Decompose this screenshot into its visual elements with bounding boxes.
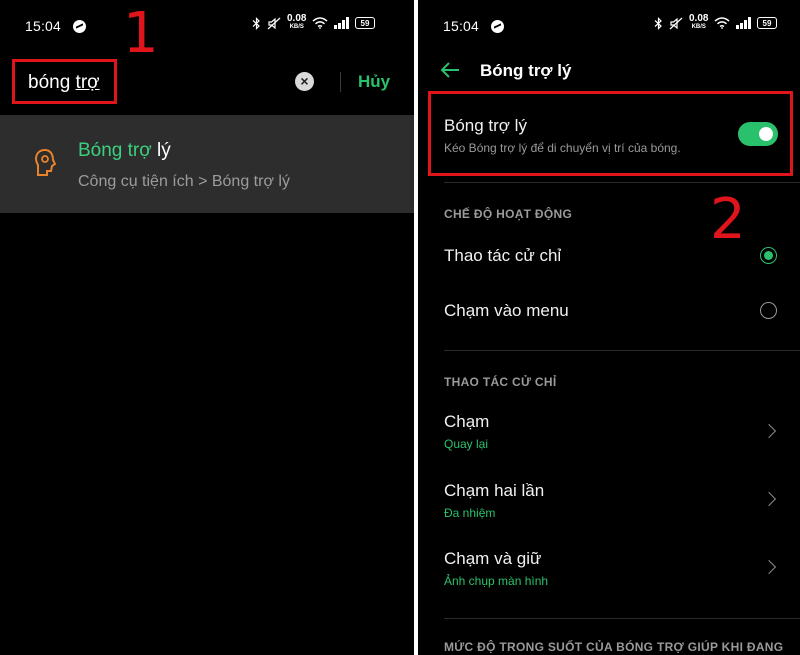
step-number-1: 1 (123, 1, 159, 66)
result-title: Bóng trợ lý (78, 140, 171, 161)
status-bar: 15:04 0.08 KB/S 59 (0, 0, 414, 52)
status-time: 15:04 (443, 18, 480, 34)
assistant-ball-toggle[interactable] (738, 122, 778, 146)
divider (444, 350, 800, 351)
gesture-item-title: Chạm (444, 412, 490, 431)
radio-unselected[interactable] (760, 302, 777, 319)
mode-option-label: Chạm vào menu (444, 301, 569, 320)
radio-selected[interactable] (760, 247, 777, 264)
messenger-icon (73, 20, 86, 33)
divider (340, 72, 341, 92)
page-title: Bóng trợ lý (480, 61, 572, 80)
divider (444, 618, 800, 619)
status-icons: 0.08 KB/S 59 (654, 13, 777, 31)
chevron-right-icon (761, 559, 777, 575)
clear-icon[interactable]: × (295, 72, 314, 91)
gesture-item-title: Chạm hai lần (444, 481, 545, 500)
assistant-ball-description: Kéo Bóng trợ lý để di chuyển vị trí của … (444, 141, 681, 155)
chevron-right-icon (761, 491, 777, 507)
gesture-item-value: Ảnh chụp màn hình (444, 574, 549, 588)
back-arrow-icon[interactable] (440, 61, 460, 79)
status-time: 15:04 (25, 18, 62, 34)
divider (444, 182, 800, 183)
chevron-right-icon (761, 423, 777, 439)
step-number-2: 2 (710, 187, 746, 252)
settings-screen: 15:04 0.08 KB/S 59 Bóng trợ lý Bóng trợ l… (418, 0, 800, 655)
result-path: Công cụ tiện ích > Bóng trợ lý (78, 173, 290, 190)
mode-section-header: CHẾ ĐỘ HOẠT ĐỘNG (444, 207, 573, 221)
mute-icon (267, 17, 281, 29)
search-screen: 15:04 0.08 KB/S 59 1 bóng trợ × Hủy Bóng … (0, 0, 414, 655)
bulb-head-icon (34, 148, 56, 176)
battery-icon: 59 (354, 17, 375, 29)
gesture-item-value: Quay lại (444, 437, 489, 451)
cancel-button[interactable]: Hủy (358, 72, 390, 92)
network-speed: 0.08 KB/S (689, 13, 709, 31)
search-result-item[interactable]: Bóng trợ lý Công cụ tiện ích > Bóng trợ … (0, 115, 414, 213)
mode-option-label: Thao tác cử chỉ (444, 246, 562, 265)
assistant-ball-title: Bóng trợ lý (444, 116, 527, 135)
status-bar: 15:04 0.08 KB/S 59 (418, 0, 800, 52)
bluetooth-icon (654, 16, 662, 30)
gesture-item-value: Đa nhiệm (444, 506, 496, 520)
wifi-icon (312, 17, 328, 29)
battery-icon: 59 (756, 17, 777, 29)
status-icons: 0.08 KB/S 59 (252, 13, 375, 31)
gesture-item-title: Chạm và giữ (444, 549, 542, 568)
transparency-section-header: MỨC ĐỘ TRONG SUỐT CỦA BÓNG TRỢ GIÚP KHI … (444, 640, 784, 654)
messenger-icon (491, 20, 504, 33)
gesture-section-header: THAO TÁC CỬ CHỈ (444, 375, 557, 389)
network-speed: 0.08 KB/S (287, 13, 307, 31)
wifi-icon (714, 17, 730, 29)
mute-icon (669, 17, 683, 29)
bluetooth-icon (252, 16, 260, 30)
signal-icon (736, 17, 751, 29)
signal-icon (334, 17, 349, 29)
search-input[interactable]: bóng trợ (28, 72, 100, 94)
